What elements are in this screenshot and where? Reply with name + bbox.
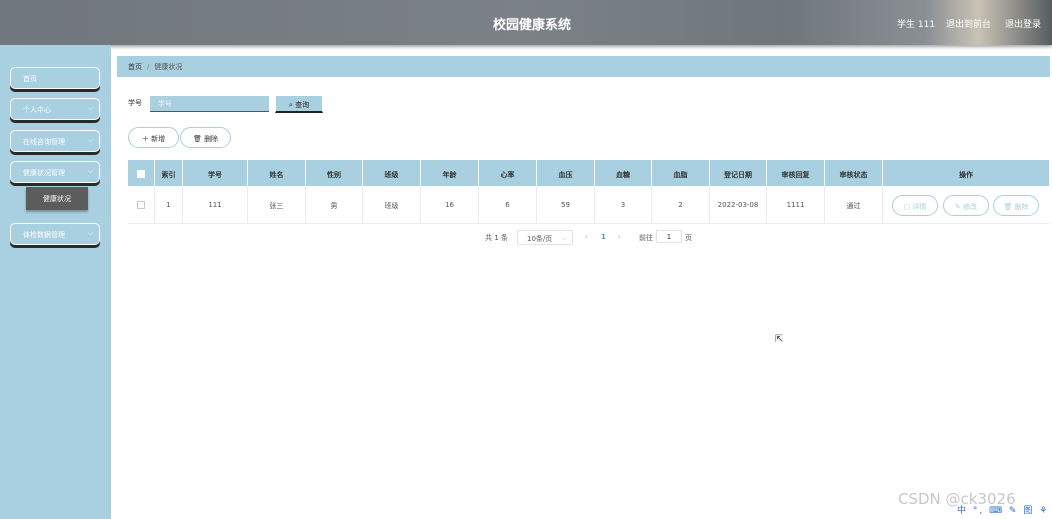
- column-header: 心率: [479, 160, 537, 186]
- table-cell: 班级: [363, 186, 421, 224]
- column-header: 年龄: [421, 160, 479, 186]
- trash-icon: 🗑: [1003, 203, 1013, 211]
- sidebar-item-label: 首页: [23, 75, 37, 83]
- chevron-down-icon: ⌵: [87, 167, 93, 175]
- delete-button-label: 删除: [204, 135, 219, 143]
- column-header: 审核回复: [767, 160, 825, 186]
- table-cell: 2022-03-08: [710, 186, 767, 224]
- logout-link[interactable]: 退出登录: [1005, 17, 1041, 30]
- table-cell: 59: [537, 186, 595, 224]
- edit-button[interactable]: ✎ 修改: [943, 195, 989, 216]
- column-header: 审核状态: [825, 160, 883, 186]
- column-header: 血压: [537, 160, 595, 186]
- column-header: 班级: [363, 160, 421, 186]
- sidebar-item-exam-data[interactable]: 体检数据管理 ⌵: [10, 223, 100, 245]
- chevron-down-icon: ⌵: [87, 229, 93, 237]
- row-delete-button-label: 删除: [1014, 203, 1029, 211]
- add-button[interactable]: ＋ 新增: [128, 127, 179, 148]
- sidebar-item-home[interactable]: 首页: [10, 67, 100, 89]
- edit-icon: ✎: [954, 203, 961, 211]
- search-input[interactable]: [150, 96, 269, 112]
- table-cell: 3: [595, 186, 652, 224]
- column-header: 学号: [183, 160, 248, 186]
- trash-icon: 🗑: [192, 135, 202, 143]
- table-cell: 16: [421, 186, 479, 224]
- sidebar-item-label: 健康状况管理: [23, 169, 65, 177]
- app-title: 校园健康系统: [492, 18, 571, 33]
- sidebar-item-health[interactable]: 健康状况管理 ⌵: [10, 161, 100, 183]
- detail-button[interactable]: ▢ 详情: [892, 195, 938, 216]
- breadcrumb-current: 健康状况: [154, 63, 183, 71]
- table-cell: 111: [183, 186, 248, 224]
- sidebar-subitem-health-status[interactable]: 健康状况: [26, 187, 88, 210]
- table-cell: 2: [652, 186, 710, 224]
- table-cell: 1: [155, 186, 183, 224]
- add-button-label: 新增: [151, 135, 166, 143]
- table-cell: 张三: [248, 186, 306, 224]
- current-user: 学生 111: [897, 20, 936, 30]
- delete-button[interactable]: 🗑 删除: [180, 127, 231, 148]
- column-header: 血糖: [595, 160, 652, 186]
- pagination-total: 共 1 条: [485, 234, 508, 242]
- ime-toolbar[interactable]: 中 °, ⌨ ✎ 图 ⚘: [957, 503, 1049, 516]
- table-row: 1 111 张三 男 班级 16 6 59 3 2 2022-03-08 111…: [128, 186, 1049, 224]
- sidebar-item-label: 在线咨询管理: [23, 138, 65, 146]
- page-number-current[interactable]: 1: [601, 233, 606, 241]
- next-page-button[interactable]: ›: [618, 233, 621, 241]
- back-to-front-link[interactable]: 退出到前台: [946, 17, 991, 30]
- column-header: 登记日期: [710, 160, 767, 186]
- goto-page-input[interactable]: 1: [656, 230, 682, 243]
- column-header: 姓名: [248, 160, 306, 186]
- search-button[interactable]: ⌕ 查询: [275, 95, 323, 113]
- table-cell: 男: [306, 186, 363, 224]
- table-cell: 6: [479, 186, 537, 224]
- page-size-select[interactable]: 10条/页 ⌵: [517, 230, 573, 245]
- sidebar-item-label: 个人中心: [23, 106, 51, 114]
- search-icon: ⌕: [288, 101, 293, 109]
- chevron-down-icon: ⌵: [87, 136, 93, 144]
- table-cell: 1111: [767, 186, 825, 224]
- sidebar-item-personal-center[interactable]: 个人中心 ⌵: [10, 98, 100, 120]
- sidebar-item-label: 体检数据管理: [23, 231, 65, 239]
- column-header: 血脂: [652, 160, 710, 186]
- breadcrumb: 首页 / 健康状况: [117, 56, 1050, 77]
- row-checkbox[interactable]: [128, 186, 155, 224]
- plus-icon: ＋: [141, 135, 149, 143]
- table-header: 索引 学号 姓名 性别 班级 年龄 心率 血压 血糖 血脂 登记日期 审核回复 …: [128, 160, 1049, 186]
- select-all-checkbox[interactable]: [128, 160, 155, 186]
- breadcrumb-home[interactable]: 首页: [128, 63, 142, 71]
- document-icon: ▢: [903, 203, 911, 211]
- chevron-down-icon: ⌵: [561, 234, 567, 242]
- edit-button-label: 修改: [963, 203, 978, 211]
- search-label: 学号: [128, 99, 142, 107]
- table-cell: 通过: [825, 186, 883, 224]
- column-header: 索引: [155, 160, 183, 186]
- mouse-cursor-icon: ⇱: [775, 334, 784, 345]
- page-size-value: 10条/页: [527, 235, 553, 243]
- search-button-label: 查询: [295, 101, 310, 109]
- prev-page-button[interactable]: ‹: [585, 233, 588, 241]
- chevron-down-icon: ⌵: [87, 104, 93, 112]
- column-header: 操作: [959, 171, 973, 179]
- row-delete-button[interactable]: 🗑 删除: [993, 195, 1039, 216]
- column-header: 性别: [306, 160, 363, 186]
- top-header: 校园健康系统 学生 111 退出到前台 退出登录: [0, 0, 1052, 45]
- goto-suffix: 页: [685, 234, 692, 242]
- sidebar-item-consult[interactable]: 在线咨询管理 ⌵: [10, 130, 100, 152]
- goto-label: 前往: [639, 234, 653, 242]
- breadcrumb-separator: /: [147, 63, 150, 71]
- detail-button-label: 详情: [912, 203, 927, 211]
